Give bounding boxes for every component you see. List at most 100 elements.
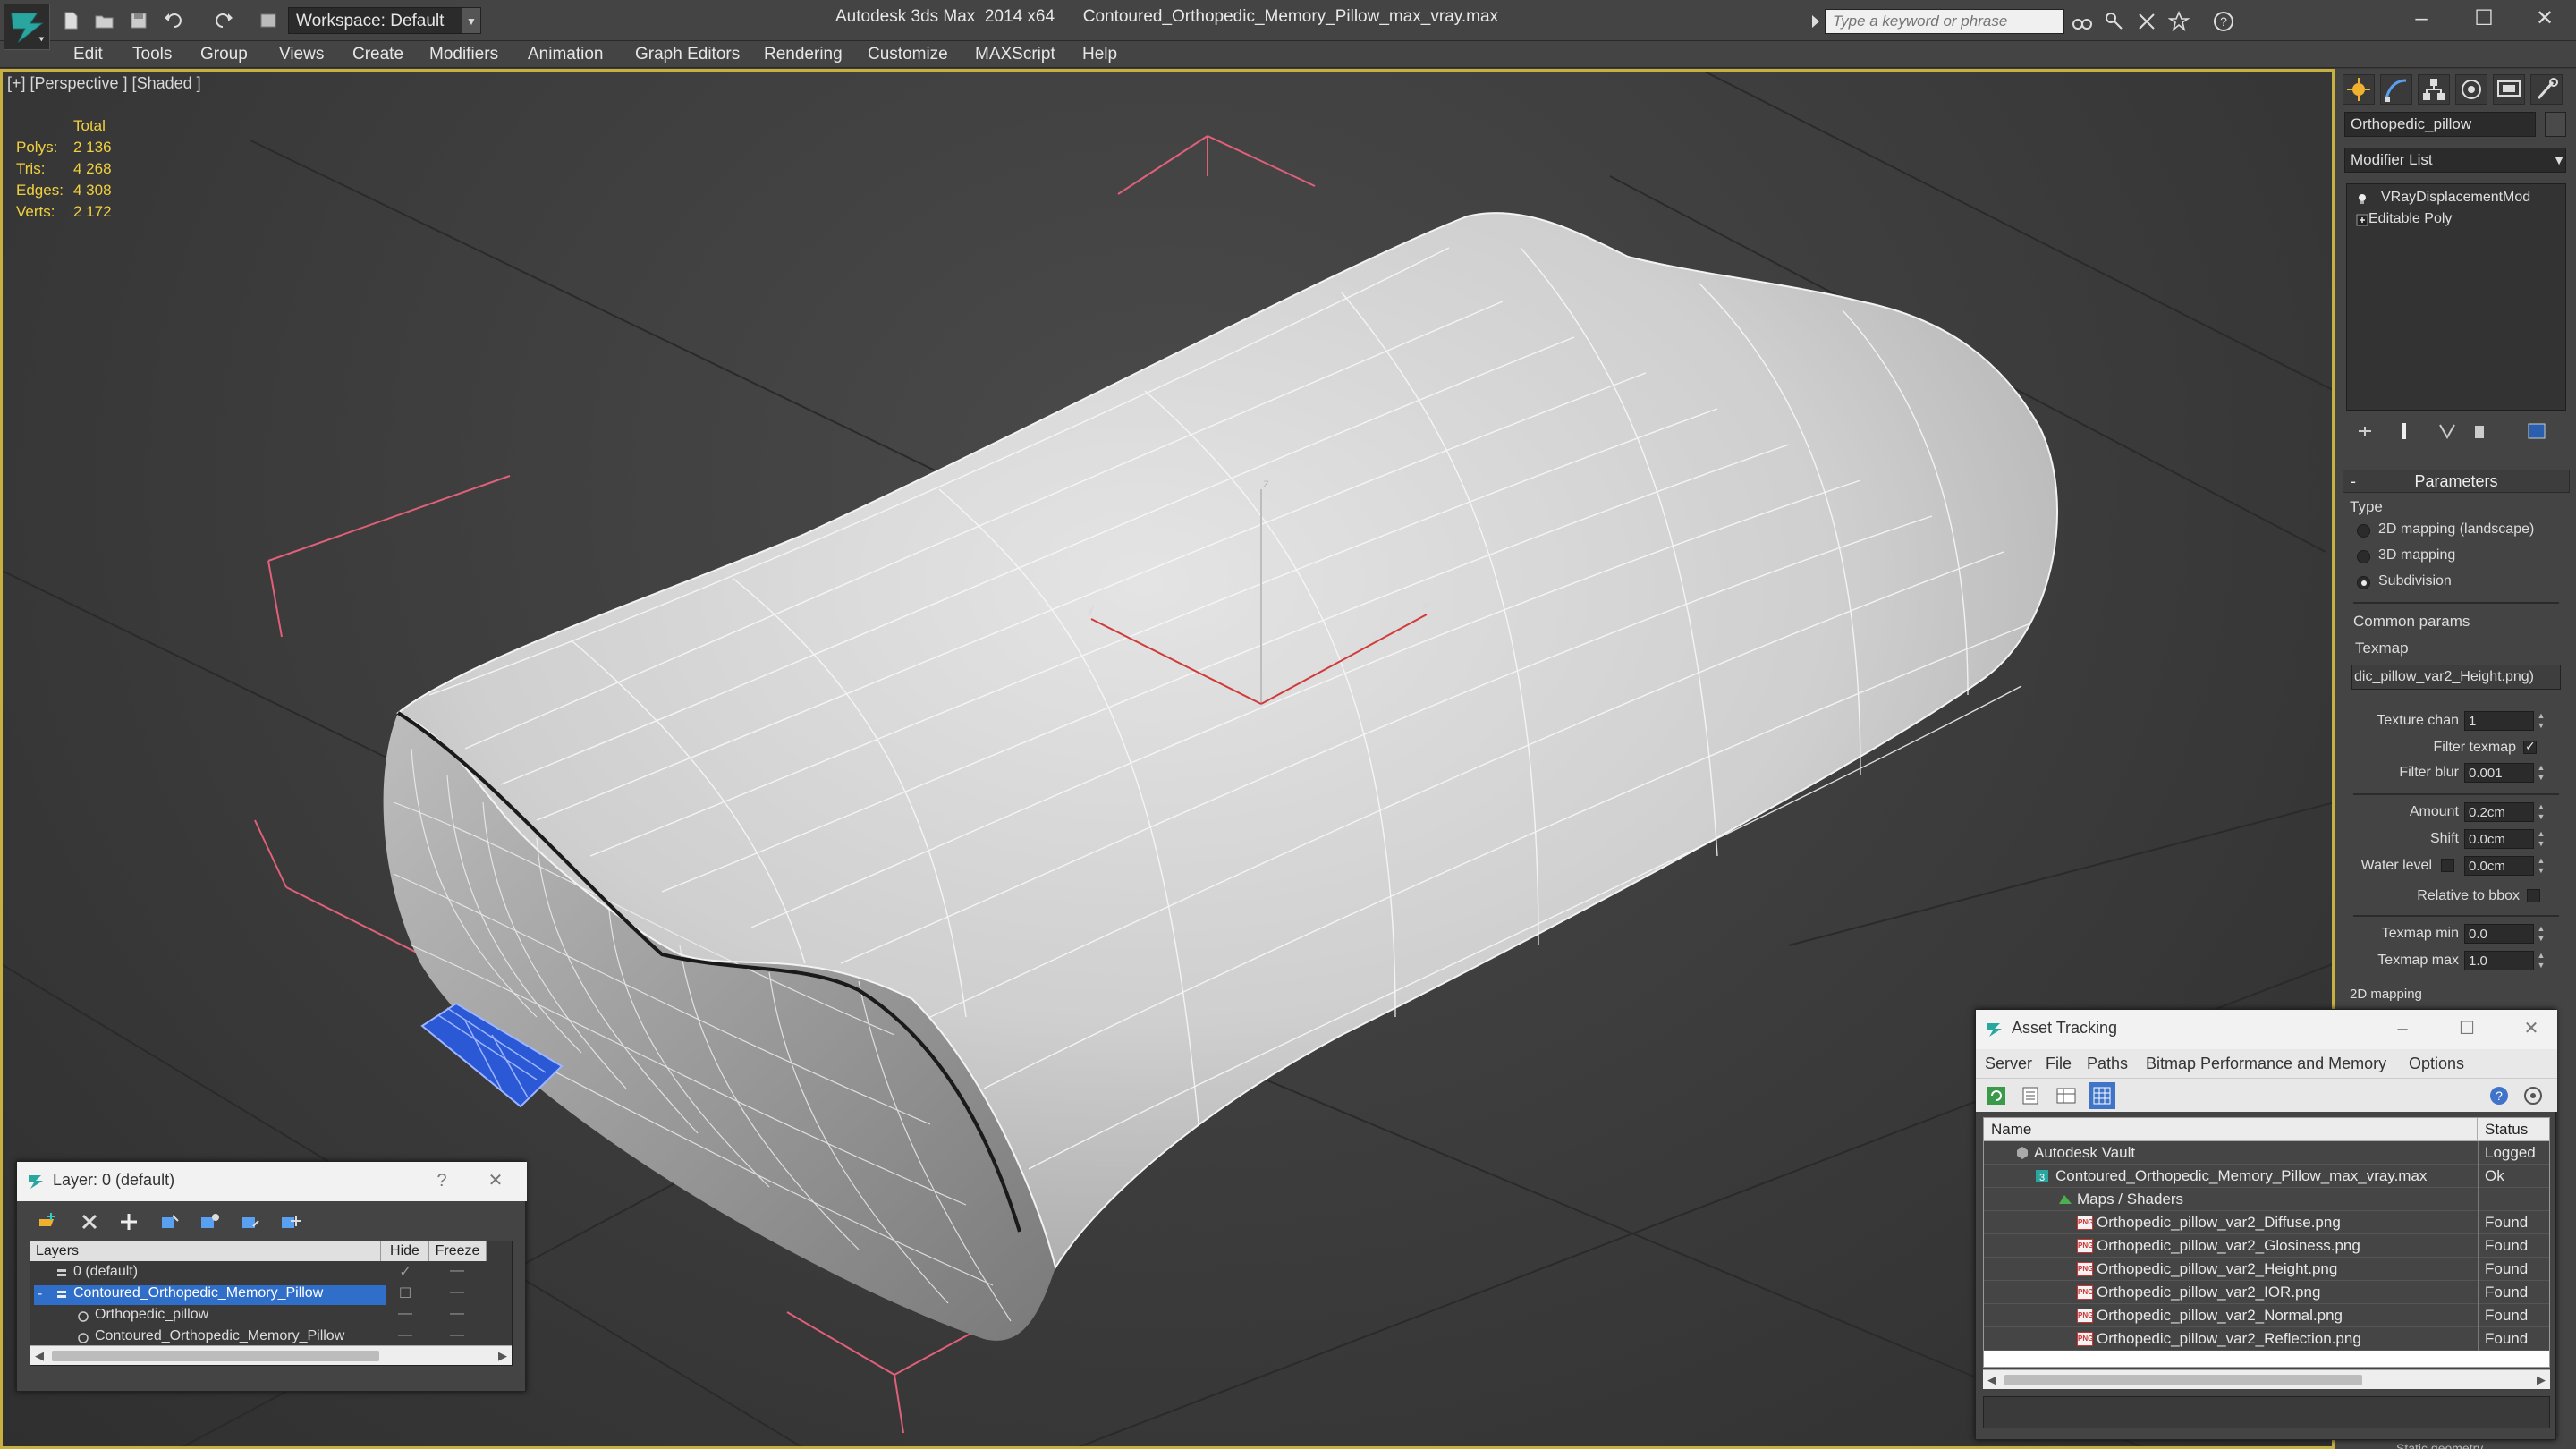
spinner-arrows-icon[interactable]: ▲ ▼	[2536, 802, 2546, 822]
spinner-arrows-icon[interactable]: ▲ ▼	[2536, 856, 2546, 876]
menu-help[interactable]: Help	[1082, 45, 1117, 64]
viewport-label[interactable]: [+] [Perspective ] [Shaded ]	[7, 74, 201, 93]
asset-row-glosiness[interactable]: PNG Orthopedic_pillow_var2_Glosiness.png…	[1984, 1234, 2549, 1258]
texmap-max-spinner[interactable]: 1.0	[2464, 951, 2534, 970]
menu-customize[interactable]: Customize	[868, 45, 948, 64]
water-level-checkbox[interactable]	[2441, 859, 2454, 872]
create-tab-icon[interactable]	[2343, 74, 2375, 105]
menu-views[interactable]: Views	[279, 45, 324, 64]
binoculars-icon[interactable]	[2072, 11, 2093, 32]
layers-column-header[interactable]: Layers	[30, 1241, 381, 1261]
layer-name-cell[interactable]: - Contoured_Orthopedic_Memory_Pillow	[34, 1285, 386, 1305]
asset-menu-server[interactable]: Server	[1985, 1055, 2032, 1073]
expand-plus-icon[interactable]	[2356, 214, 2368, 226]
scroll-thumb[interactable]	[2004, 1375, 2362, 1385]
asset-menu-file[interactable]: File	[2046, 1055, 2072, 1073]
object-color-swatch[interactable]	[2545, 112, 2566, 137]
collapse-icon[interactable]: -	[38, 1286, 42, 1302]
hierarchy-tab-icon[interactable]	[2418, 74, 2450, 105]
layer-freeze-toggle[interactable]: —	[433, 1284, 481, 1306]
asset-help-icon[interactable]: ?	[2486, 1082, 2512, 1109]
table-view-icon[interactable]	[2053, 1082, 2080, 1109]
menu-animation[interactable]: Animation	[528, 45, 604, 64]
name-column-header[interactable]: Name	[1984, 1118, 2478, 1141]
modifier-stack[interactable]: VRayDisplacementMod Editable Poly	[2346, 183, 2566, 411]
asset-maximize-button[interactable]: ☐	[2453, 1015, 2480, 1042]
new-file-icon[interactable]	[59, 9, 82, 32]
workspace-dropdown-arrow[interactable]: ▼	[462, 7, 481, 34]
scroll-left-icon[interactable]: ◀	[1983, 1370, 2001, 1390]
refresh-icon[interactable]	[1983, 1082, 2010, 1109]
menu-modifiers[interactable]: Modifiers	[429, 45, 498, 64]
minimize-button[interactable]: –	[2392, 0, 2451, 38]
modify-tab-icon[interactable]	[2380, 74, 2412, 105]
spinner-arrows-icon[interactable]: ▲ ▼	[2536, 924, 2546, 944]
layer-row-pillow[interactable]: - Contoured_Orthopedic_Memory_Pillow ☐ —	[30, 1284, 512, 1306]
highlight-selected-layer-icon[interactable]	[196, 1208, 223, 1235]
amount-spinner[interactable]: 0.2cm	[2464, 802, 2534, 822]
status-column-header[interactable]: Status	[2478, 1118, 2549, 1141]
asset-dialog-titlebar[interactable]: Asset Tracking – ☐ ✕	[1976, 1010, 2557, 1049]
menu-group[interactable]: Group	[200, 45, 248, 64]
scroll-left-icon[interactable]: ◀	[30, 1346, 48, 1366]
save-file-icon[interactable]	[127, 9, 150, 32]
maximize-button[interactable]: ☐	[2454, 0, 2513, 38]
menu-tools[interactable]: Tools	[132, 45, 172, 64]
parameters-rollout-header[interactable]: - Parameters	[2343, 470, 2570, 493]
open-file-icon[interactable]	[93, 9, 116, 32]
menu-create[interactable]: Create	[352, 45, 403, 64]
asset-menu-options[interactable]: Options	[2409, 1055, 2464, 1073]
asset-row-height[interactable]: PNG Orthopedic_pillow_var2_Height.png Fo…	[1984, 1258, 2549, 1281]
stack-item-vray-displacement[interactable]: VRayDisplacementMod	[2351, 190, 2562, 209]
menu-maxscript[interactable]: MAXScript	[975, 45, 1055, 64]
scroll-right-icon[interactable]: ▶	[2532, 1370, 2550, 1390]
utilities-tab-icon[interactable]	[2530, 74, 2563, 105]
layer-dialog-titlebar[interactable]: Layer: 0 (default) ? ✕	[17, 1162, 527, 1201]
add-to-layer-icon[interactable]	[115, 1208, 142, 1235]
asset-close-button[interactable]: ✕	[2518, 1015, 2545, 1042]
create-layer-icon[interactable]	[35, 1208, 62, 1235]
layer-row-default[interactable]: 0 (default) ✓ —	[30, 1263, 512, 1284]
project-folder-icon[interactable]	[258, 9, 281, 32]
asset-menu-bitmap-performance[interactable]: Bitmap Performance and Memory	[2146, 1055, 2386, 1073]
asset-row-reflection[interactable]: PNG Orthopedic_pillow_var2_Reflection.pn…	[1984, 1327, 2549, 1351]
object-name-field[interactable]: Orthopedic_pillow	[2344, 112, 2536, 137]
radio-subdivision[interactable]: Subdivision	[2357, 573, 2452, 593]
list-view-icon[interactable]	[2017, 1082, 2044, 1109]
layer-hide-toggle[interactable]: ✓	[381, 1263, 429, 1284]
motion-tab-icon[interactable]	[2455, 74, 2487, 105]
water-level-spinner[interactable]: 0.0cm	[2464, 856, 2534, 876]
tree-view-icon[interactable]	[2089, 1082, 2115, 1109]
key-icon[interactable]	[2104, 11, 2125, 32]
layer-close-button[interactable]: ✕	[482, 1167, 509, 1194]
radio-button[interactable]	[2357, 524, 2370, 538]
relative-bbox-checkbox[interactable]	[2527, 889, 2540, 902]
hide-column-header[interactable]: Hide	[381, 1241, 429, 1261]
menu-rendering[interactable]: Rendering	[764, 45, 843, 64]
asset-settings-icon[interactable]	[2520, 1082, 2546, 1109]
lightbulb-icon[interactable]	[2356, 192, 2368, 205]
layer-horizontal-scrollbar[interactable]: ◀ ▶	[30, 1345, 512, 1365]
chevron-down-icon[interactable]: ▼	[2553, 148, 2565, 172]
menu-edit[interactable]: Edit	[73, 45, 103, 64]
app-logo-icon[interactable]	[4, 4, 50, 50]
asset-menu-paths[interactable]: Paths	[2087, 1055, 2128, 1073]
remove-modifier-icon[interactable]	[2466, 418, 2493, 445]
asset-row-normal[interactable]: PNG Orthopedic_pillow_var2_Normal.png Fo…	[1984, 1304, 2549, 1327]
asset-minimize-button[interactable]: –	[2389, 1015, 2416, 1042]
spinner-arrows-icon[interactable]: ▲ ▼	[2536, 711, 2546, 731]
texmap-min-spinner[interactable]: 0.0	[2464, 924, 2534, 944]
texture-chan-spinner[interactable]: 1	[2464, 711, 2534, 731]
layer-name-cell[interactable]: 0 (default)	[52, 1264, 383, 1284]
layer-hide-toggle[interactable]: ☐	[381, 1284, 429, 1306]
communication-center-icon[interactable]	[2136, 11, 2157, 32]
texmap-button[interactable]: dic_pillow_var2_Height.png)	[2351, 665, 2561, 690]
scroll-thumb[interactable]	[52, 1351, 379, 1361]
workspace-dropdown[interactable]: Workspace: Default	[288, 7, 463, 34]
delete-layer-icon[interactable]	[76, 1208, 103, 1235]
asset-row-maps[interactable]: Maps / Shaders	[1984, 1188, 2549, 1211]
radio-3d-mapping[interactable]: 3D mapping	[2357, 547, 2455, 567]
pin-stack-icon[interactable]	[2351, 418, 2378, 445]
close-button[interactable]: ✕	[2515, 0, 2574, 38]
search-expand-icon[interactable]	[1805, 11, 1826, 32]
